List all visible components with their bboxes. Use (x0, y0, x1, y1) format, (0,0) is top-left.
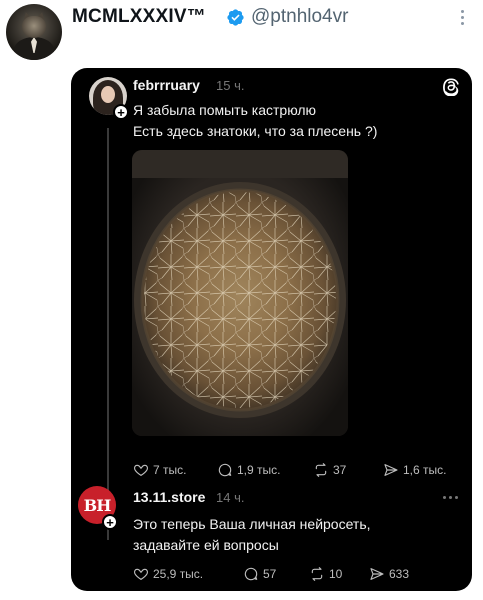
user-handle[interactable]: @ptnhlo4vr (251, 6, 348, 28)
share-icon (370, 568, 384, 580)
repost-action[interactable]: 10 (309, 566, 342, 582)
verified-badge-icon (227, 9, 244, 26)
share-count: 633 (389, 567, 410, 581)
reply-text: Это теперь Ваша личная нейросеть, задава… (133, 514, 371, 556)
like-action[interactable]: 7 тыс. (133, 462, 186, 478)
avatar-cat-head (22, 16, 46, 38)
post-text-line: Есть здесь знатоки, что за плесень ?) (133, 123, 378, 139)
post-text-line: Я забыла помыть кастрюлю (133, 102, 317, 118)
avatar-face-shape (101, 86, 115, 103)
share-action[interactable]: 633 (369, 566, 409, 582)
reply-actions-bar: 25,9 тыс. 57 10 633 (133, 566, 463, 584)
share-icon (384, 464, 398, 476)
comment-icon (244, 567, 258, 581)
post-text: Я забыла помыть кастрюлю Есть здесь знат… (133, 100, 377, 142)
share-count: 1,6 тыс. (403, 463, 447, 477)
comment-icon (218, 463, 232, 477)
threads-logo-icon (443, 78, 459, 96)
heart-icon (133, 464, 149, 477)
reply-timestamp: 14 ч. (216, 490, 245, 505)
like-count: 25,9 тыс. (153, 567, 204, 581)
post-actions-bar: 7 тыс. 1,9 тыс. 37 1,6 тыс. (133, 462, 463, 480)
like-action[interactable]: 25,9 тыс. (133, 566, 203, 582)
post-timestamp: 15 ч. (216, 78, 245, 93)
repost-action[interactable]: 37 (313, 462, 346, 478)
tweet-header: MCMLXXXIV™ @ptnhlo4vr (0, 0, 483, 70)
follow-plus-icon[interactable]: + (102, 514, 118, 530)
more-vertical-icon[interactable] (456, 10, 468, 32)
reply-avatar-text: ВН (83, 495, 112, 515)
embedded-threads-screenshot[interactable]: + febrrruary 15 ч. Я забыла помыть кастр… (71, 68, 472, 591)
post-username[interactable]: febrrruary (133, 77, 200, 93)
share-action[interactable]: 1,6 тыс. (383, 462, 446, 478)
more-horizontal-icon[interactable] (443, 496, 461, 500)
reply-text-line: задавайте ей вопросы (133, 537, 279, 553)
profile-avatar[interactable] (6, 4, 62, 60)
post-photo[interactable] (132, 150, 348, 436)
follow-plus-icon[interactable]: + (113, 104, 129, 120)
moldy-pot-image (132, 150, 348, 436)
display-name[interactable]: MCMLXXXIV™ (72, 6, 206, 28)
reply-username[interactable]: 13.11.store (133, 489, 205, 505)
reply-text-line: Это теперь Ваша личная нейросеть, (133, 516, 371, 532)
thread-connector-line (107, 128, 109, 540)
repost-count: 10 (329, 567, 343, 581)
comment-action[interactable]: 1,9 тыс. (217, 462, 280, 478)
comment-count: 57 (263, 567, 277, 581)
like-count: 7 тыс. (153, 463, 187, 477)
comment-action[interactable]: 57 (243, 566, 276, 582)
repost-count: 37 (333, 463, 347, 477)
comment-count: 1,9 тыс. (237, 463, 281, 477)
heart-icon (133, 568, 149, 581)
repost-icon (315, 463, 327, 477)
repost-icon (311, 567, 323, 581)
